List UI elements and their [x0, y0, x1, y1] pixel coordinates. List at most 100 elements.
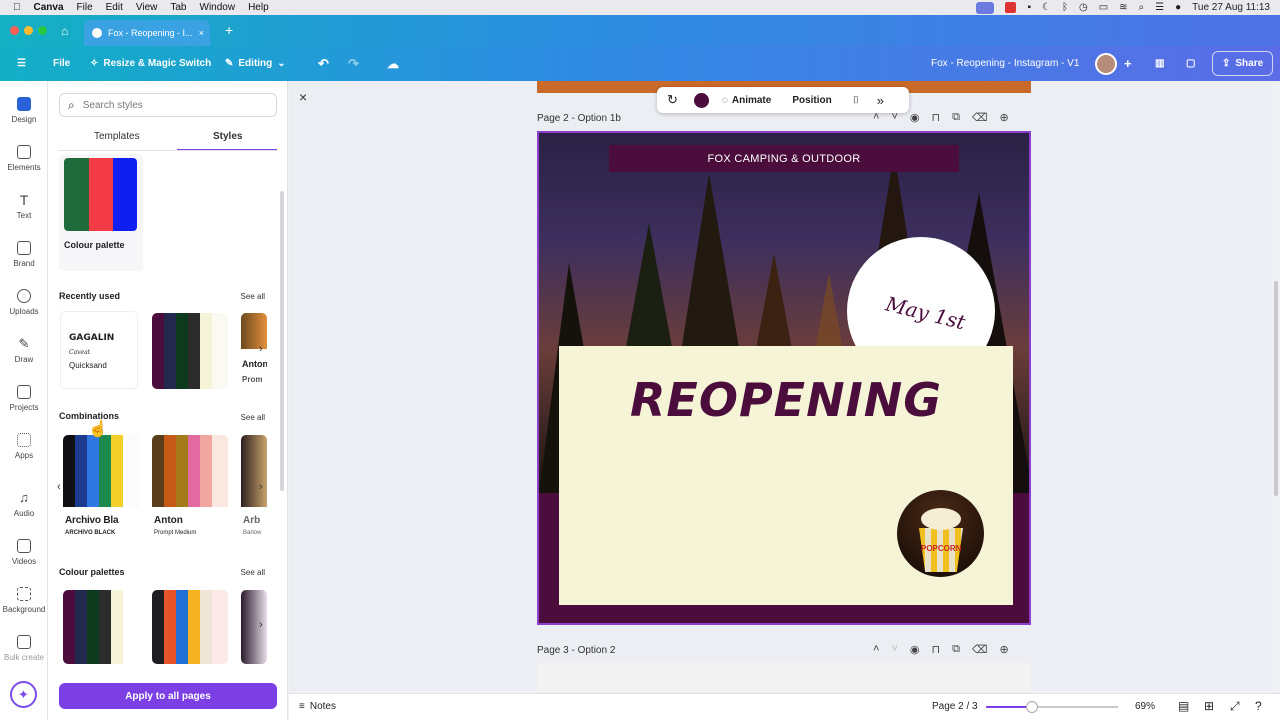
- sidebar-item-uploads[interactable]: Uploads: [0, 289, 48, 316]
- add-page-icon[interactable]: ⊕: [1000, 643, 1009, 656]
- paint-roller-icon[interactable]: ⌷: [853, 95, 859, 106]
- zoom-slider-knob[interactable]: [1026, 701, 1038, 713]
- font-set-card[interactable]: GAGALIN Caveat Quicksand: [60, 311, 138, 389]
- minimize-window-button[interactable]: [24, 26, 33, 35]
- design-page-2[interactable]: FOX CAMPING & OUTDOOR May 1st REOPENING …: [537, 131, 1031, 625]
- close-window-button[interactable]: [10, 26, 19, 35]
- menu-window[interactable]: Window: [200, 2, 236, 13]
- undo-icon[interactable]: ↶: [318, 46, 329, 81]
- sidebar-item-elements[interactable]: Elements: [0, 145, 48, 172]
- new-tab-icon[interactable]: +: [225, 22, 233, 38]
- menu-view[interactable]: View: [136, 2, 158, 13]
- home-icon[interactable]: ⌂: [61, 24, 68, 38]
- menu-edit[interactable]: Edit: [106, 2, 123, 13]
- comment-icon[interactable]: ▢: [1186, 46, 1195, 81]
- palette-card[interactable]: [63, 590, 139, 664]
- magic-assistant-button[interactable]: ✦: [10, 681, 37, 708]
- editing-mode-button[interactable]: ✎ Editing ⌄: [225, 46, 286, 81]
- search-styles-input[interactable]: ⌕ Search styles: [59, 93, 277, 117]
- hide-page-icon[interactable]: ◉: [910, 111, 920, 124]
- delete-page-icon[interactable]: ⌫: [972, 111, 988, 124]
- redo-icon[interactable]: ↷: [348, 46, 359, 81]
- chevron-down-icon[interactable]: ˅: [891, 643, 897, 656]
- color-swatch[interactable]: [693, 92, 709, 108]
- sidebar-item-projects[interactable]: Projects: [0, 385, 48, 412]
- combos-scroll-right-icon[interactable]: ›: [259, 481, 263, 493]
- lock-icon[interactable]: ⊓: [931, 643, 940, 656]
- add-collaborator-icon[interactable]: +: [1124, 46, 1132, 81]
- sidebar-item-bulk-create[interactable]: Bulk create: [0, 635, 48, 662]
- refresh-icon[interactable]: ↻: [667, 92, 678, 108]
- grid-view-icon[interactable]: ⊞: [1204, 699, 1214, 713]
- file-menu-button[interactable]: File: [53, 46, 70, 81]
- popcorn-image[interactable]: POPCORN: [897, 490, 984, 577]
- duplicate-page-icon[interactable]: ⧉: [952, 643, 960, 656]
- colour-palettes-see-all[interactable]: See all: [241, 568, 265, 577]
- palette-card[interactable]: [152, 590, 228, 664]
- sidebar-item-apps[interactable]: Apps: [0, 433, 48, 460]
- design-page-3-preview[interactable]: [537, 663, 1031, 691]
- menu-help[interactable]: Help: [248, 2, 269, 13]
- page-indicator[interactable]: Page 2 / 3: [932, 701, 978, 712]
- bluetooth-icon[interactable]: ᛒ: [1062, 2, 1068, 13]
- tab-templates[interactable]: Templates: [94, 131, 140, 142]
- combos-scroll-left-icon[interactable]: ‹: [57, 481, 61, 493]
- sidebar-item-design[interactable]: Design: [0, 97, 48, 124]
- recent-palette-card[interactable]: [152, 313, 228, 389]
- lock-icon[interactable]: ⊓: [931, 111, 940, 124]
- headline-reopening[interactable]: REOPENING: [559, 373, 1013, 427]
- moon-icon[interactable]: ☾: [1042, 2, 1051, 13]
- sidebar-item-audio[interactable]: ♫ Audio: [0, 491, 48, 519]
- document-title[interactable]: Fox - Reopening - Instagram - V1: [931, 46, 1079, 81]
- duplicate-page-icon[interactable]: ⧉: [952, 111, 960, 124]
- recently-used-see-all[interactable]: See all: [241, 292, 265, 301]
- delete-page-icon[interactable]: ⌫: [972, 643, 988, 656]
- combination-card[interactable]: Archivo Bla ARCHIVO BLACK: [63, 435, 139, 543]
- add-page-icon[interactable]: ⊕: [1000, 111, 1009, 124]
- app-status-icon[interactable]: [1005, 2, 1017, 13]
- menu-file[interactable]: File: [77, 2, 93, 13]
- combinations-see-all[interactable]: See all: [241, 413, 265, 422]
- resize-magic-switch-button[interactable]: ✧ Resize & Magic Switch: [90, 46, 211, 81]
- search-icon[interactable]: ⌕: [1139, 2, 1145, 13]
- hamburger-menu-icon[interactable]: ☰: [17, 46, 26, 81]
- screen-share-icon[interactable]: [976, 1, 995, 14]
- combination-card[interactable]: Anton Prompt Medium: [152, 435, 228, 543]
- apply-to-all-pages-button[interactable]: Apply to all pages: [59, 683, 277, 709]
- chevron-up-icon[interactable]: ˄: [873, 643, 879, 656]
- tab-close-icon[interactable]: ×: [199, 28, 204, 38]
- menu-datetime[interactable]: Tue 27 Aug 11:13: [1192, 2, 1270, 13]
- share-button[interactable]: ⇪ Share: [1212, 51, 1274, 76]
- control-center-icon[interactable]: ☰: [1155, 2, 1164, 13]
- sidebar-item-text[interactable]: T Text: [0, 193, 48, 220]
- more-options-icon[interactable]: »: [877, 93, 884, 108]
- wifi-icon[interactable]: ≋: [1119, 2, 1127, 13]
- position-button[interactable]: Position: [792, 95, 831, 106]
- battery-icon[interactable]: ▭: [1099, 2, 1108, 13]
- combination-card-partial[interactable]: Arb Barlow: [241, 435, 267, 543]
- recent-partial-card[interactable]: Anton Prom: [241, 313, 267, 389]
- sidebar-item-background[interactable]: Background: [0, 587, 48, 614]
- clock-icon[interactable]: ◷: [1079, 2, 1088, 13]
- sidebar-item-brand[interactable]: Brand: [0, 241, 48, 268]
- palettes-scroll-right-icon[interactable]: ›: [259, 619, 263, 631]
- canvas-scrollbar[interactable]: [1274, 281, 1278, 496]
- zoom-level[interactable]: 69%: [1135, 701, 1155, 712]
- maximize-window-button[interactable]: [38, 26, 47, 35]
- tab-fox-reopening[interactable]: Fox - Reopening - I... ×: [84, 20, 210, 46]
- menu-app-name[interactable]: Canva: [34, 2, 64, 13]
- hide-page-icon[interactable]: ◉: [910, 643, 920, 656]
- colour-palette-card[interactable]: Colour palette: [59, 154, 143, 271]
- camera-icon[interactable]: ▪: [1027, 2, 1031, 13]
- siri-icon[interactable]: ●: [1175, 2, 1181, 13]
- palette-card-partial[interactable]: [241, 590, 267, 664]
- recent-scroll-right-icon[interactable]: ›: [259, 343, 263, 355]
- panel-scrollbar[interactable]: [280, 191, 284, 491]
- tab-styles[interactable]: Styles: [213, 131, 242, 142]
- help-icon[interactable]: ?: [1255, 699, 1262, 713]
- zoom-slider[interactable]: [986, 701, 1118, 713]
- banner-bar[interactable]: FOX CAMPING & OUTDOOR: [609, 145, 959, 172]
- close-panel-icon[interactable]: ×: [299, 89, 307, 105]
- cloud-save-icon[interactable]: ☁: [387, 46, 399, 81]
- avatar[interactable]: [1095, 46, 1117, 81]
